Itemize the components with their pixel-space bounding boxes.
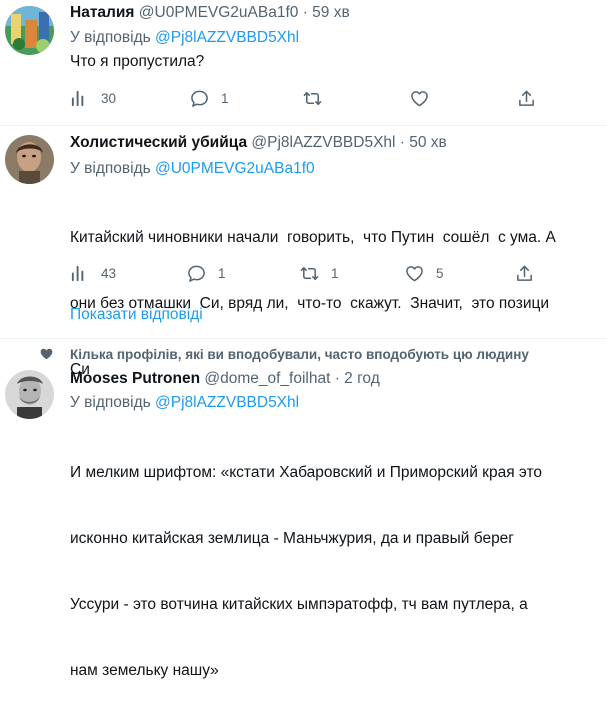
views-button[interactable]: 30 [70, 87, 116, 109]
tweet-3[interactable]: Кілька профілів, які ви вподобували, час… [0, 339, 607, 679]
user-handle[interactable]: @dome_of_foilhat [204, 370, 330, 387]
views-count: 30 [101, 90, 117, 106]
user-name[interactable]: Mooses Putronen [70, 370, 200, 387]
like-icon [411, 90, 428, 106]
reply-prefix: У відповідь [70, 29, 151, 46]
reply-button[interactable]: 1 [190, 87, 229, 109]
avatar[interactable] [5, 6, 54, 55]
tweet-text-line: Китайский чиновники начали говорить, что… [70, 229, 556, 246]
timestamp[interactable]: · 59 хв [303, 4, 350, 21]
reply-to-handle[interactable]: @Pj8lAZZVBBD5Xhl [155, 29, 299, 46]
avatar[interactable] [5, 135, 54, 184]
user-handle[interactable]: @U0PMEVG2uABa1f0 [139, 4, 299, 21]
reply-prefix: У відповідь [70, 160, 151, 177]
retweet-icon [300, 266, 319, 280]
timestamp[interactable]: · 2 год [335, 370, 380, 387]
reply-icon [191, 90, 208, 107]
share-button[interactable] [515, 262, 534, 284]
retweet-count: 1 [331, 265, 339, 281]
reply-to-handle[interactable]: @Pj8lAZZVBBD5Xhl [155, 394, 299, 411]
retweet-icon [303, 91, 322, 105]
user-handle[interactable]: @Pj8lAZZVBBD5Xhl [251, 134, 395, 151]
tweet-1[interactable]: Наталия @U0PMEVG2uABa1f0 · 59 хв У відпо… [0, 0, 607, 125]
reply-button[interactable]: 1 [187, 262, 226, 284]
reply-icon [188, 265, 205, 282]
retweet-button[interactable] [303, 87, 334, 109]
tweet-2[interactable]: Холистический убийца @Pj8lAZZVBBD5Xhl · … [0, 126, 607, 378]
share-icon [517, 265, 532, 281]
share-icon [519, 90, 534, 106]
social-context: Кілька профілів, які ви вподобували, час… [70, 347, 529, 362]
tweet-text: И мелким шрифтом: «кстати Хабаровский и … [70, 418, 607, 726]
share-button[interactable] [517, 87, 536, 109]
views-button[interactable]: 43 [70, 262, 116, 284]
user-name[interactable]: Холистический убийца [70, 134, 247, 151]
user-name[interactable]: Наталия [70, 4, 134, 21]
heart-small-icon [40, 348, 53, 360]
tweet-actions: 43 1 1 5 [70, 262, 550, 284]
tweet-text: Что я пропустила? [70, 53, 205, 70]
timestamp[interactable]: · 50 хв [400, 134, 447, 151]
show-replies-link[interactable]: Показати відповіді [70, 306, 203, 324]
avatar[interactable] [5, 370, 54, 419]
like-count: 5 [436, 265, 444, 281]
tweet-text-line: И мелким шрифтом: «кстати Хабаровский и … [70, 464, 543, 481]
tweet-actions: 30 1 [70, 87, 550, 109]
views-count: 43 [101, 265, 117, 281]
like-button[interactable] [410, 87, 441, 109]
like-icon [406, 265, 423, 281]
reply-count: 1 [221, 90, 229, 106]
views-icon [71, 90, 84, 106]
tweet-text-line: Уссури - это вотчина китайских ымпэратоф… [70, 596, 528, 613]
views-icon [71, 265, 84, 281]
like-button[interactable]: 5 [405, 262, 444, 284]
tweet-text-line: нам земельку нашу» [70, 662, 219, 679]
reply-count: 1 [218, 265, 226, 281]
retweet-button[interactable]: 1 [300, 262, 339, 284]
tweet-text-line: исконно китайская землица - Маньчжурия, … [70, 530, 514, 547]
reply-prefix: У відповідь [70, 394, 151, 411]
reply-to-handle[interactable]: @U0PMEVG2uABa1f0 [155, 160, 315, 177]
